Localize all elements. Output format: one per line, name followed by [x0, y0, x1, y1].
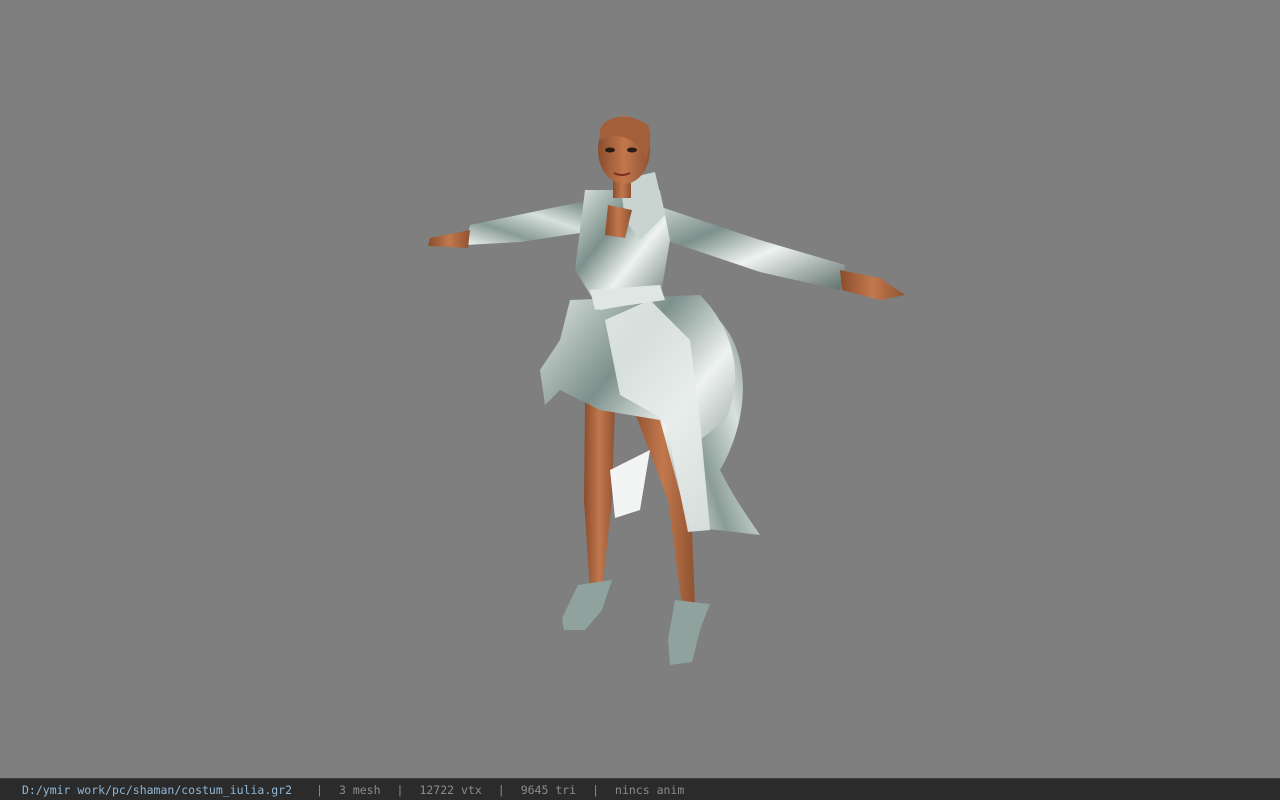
left-shoe [562, 580, 612, 630]
separator: | [497, 782, 505, 797]
triangle-count: 9645 tri [520, 782, 577, 797]
right-sleeve [640, 200, 845, 290]
left-hand [428, 230, 470, 248]
character-model[interactable] [0, 0, 1280, 778]
vertex-count: 12722 vtx [419, 782, 482, 797]
right-shoe [668, 600, 710, 665]
status-bar: D:/ymir work/pc/shaman/costum_iulia.gr2 … [0, 778, 1280, 800]
right-hand [840, 270, 905, 300]
skirt-left-tail [610, 450, 650, 518]
separator: | [396, 782, 404, 797]
file-path: D:/ymir work/pc/shaman/costum_iulia.gr2 [22, 782, 293, 797]
3d-viewport[interactable] [0, 0, 1280, 778]
left-eye [605, 147, 615, 153]
separator: | [316, 782, 323, 797]
separator: | [592, 782, 600, 797]
mesh-count: 3 mesh [338, 782, 381, 797]
anim-status: nincs anim [615, 782, 685, 797]
right-eye [627, 147, 637, 153]
left-leg [584, 400, 615, 590]
